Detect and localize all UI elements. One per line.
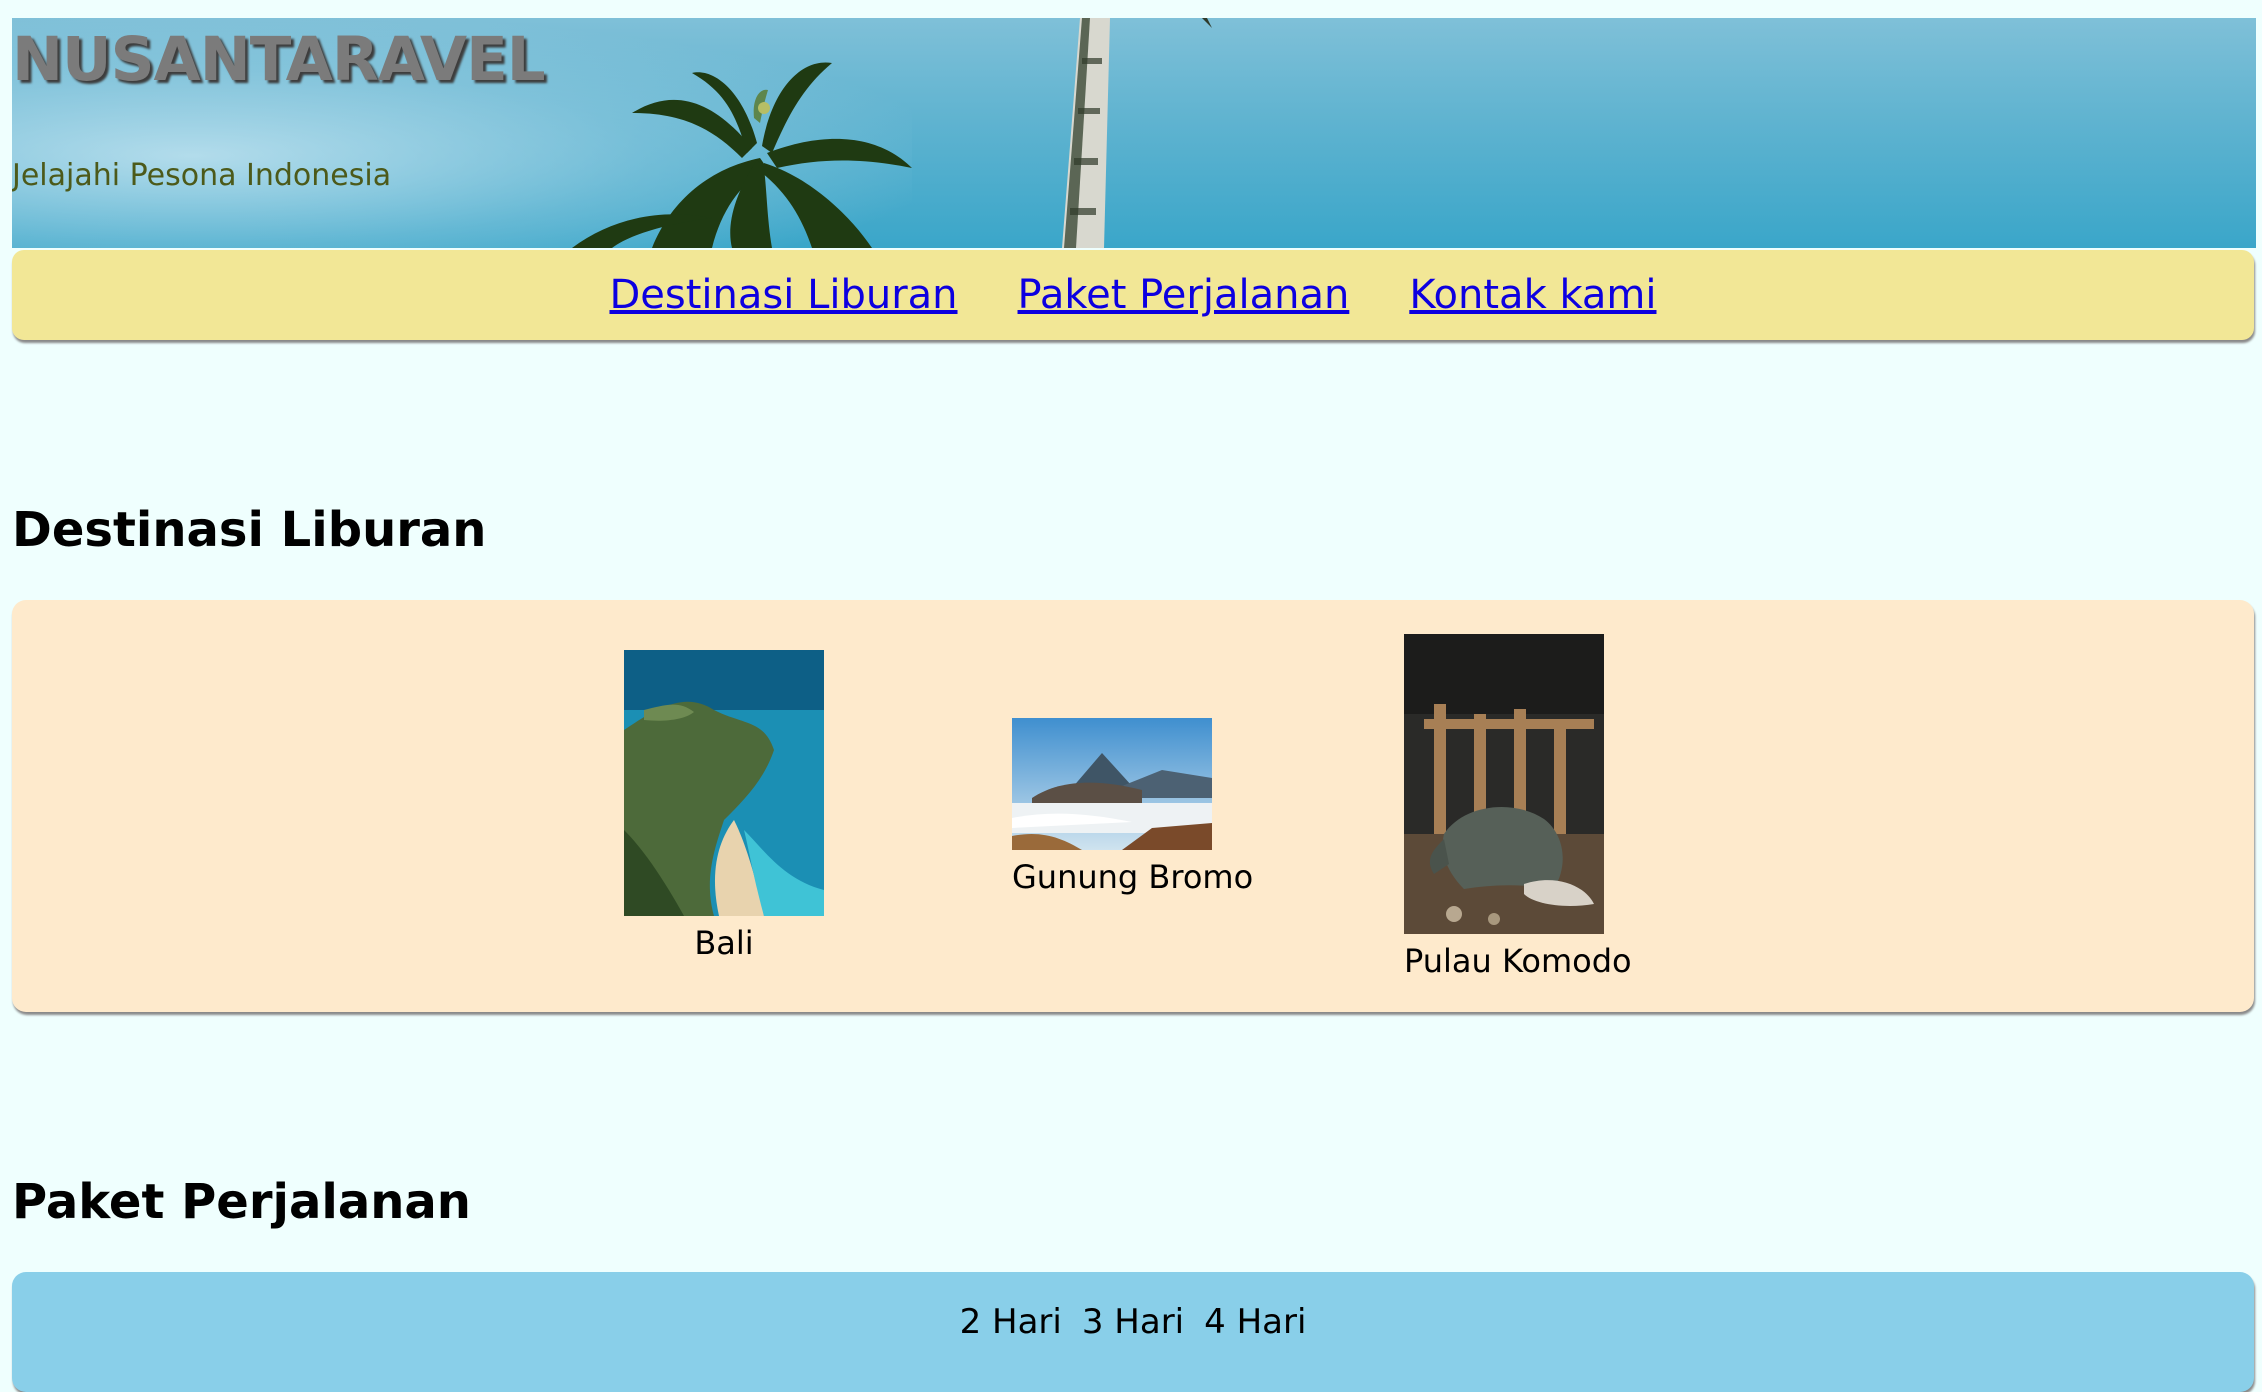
nav-link-kontak[interactable]: Kontak kami xyxy=(1409,272,1656,318)
destination-caption: Pulau Komodo xyxy=(1404,942,1632,980)
destination-caption: Gunung Bromo xyxy=(1012,858,1254,896)
packages-heading: Paket Perjalanan xyxy=(12,1174,471,1230)
packages-card: 2 Hari 3 Hari 4 Hari xyxy=(12,1272,2254,1392)
nav-link-destinasi[interactable]: Destinasi Liburan xyxy=(609,272,957,318)
komodo-photo xyxy=(1404,634,1604,934)
package-tab-4-hari[interactable]: 4 Hari xyxy=(1204,1302,1306,1342)
destinations-heading: Destinasi Liburan xyxy=(12,502,487,558)
header-banner: NUSANTARAVEL Jelajahi Pesona Indonesia xyxy=(12,18,2256,248)
package-tab-3-hari[interactable]: 3 Hari xyxy=(1082,1302,1184,1342)
destination-item-bromo[interactable]: Gunung Bromo xyxy=(1012,718,1254,896)
destination-caption: Bali xyxy=(694,924,754,962)
bali-photo xyxy=(624,650,824,916)
package-tabs: 2 Hari 3 Hari 4 Hari xyxy=(12,1302,2254,1342)
site-title: NUSANTARAVEL xyxy=(12,24,546,95)
package-tab-2-hari[interactable]: 2 Hari xyxy=(960,1302,1062,1342)
main-nav: Destinasi Liburan Paket Perjalanan Konta… xyxy=(12,250,2254,340)
site-tagline: Jelajahi Pesona Indonesia xyxy=(12,158,392,193)
destination-item-bali[interactable]: Bali xyxy=(624,650,824,962)
nav-link-paket[interactable]: Paket Perjalanan xyxy=(1018,272,1350,318)
destination-item-komodo[interactable]: Pulau Komodo xyxy=(1404,634,1632,980)
bromo-photo xyxy=(1012,718,1212,850)
destinations-card: Bali Gunung Bromo Pulau Komodo xyxy=(12,600,2254,1012)
